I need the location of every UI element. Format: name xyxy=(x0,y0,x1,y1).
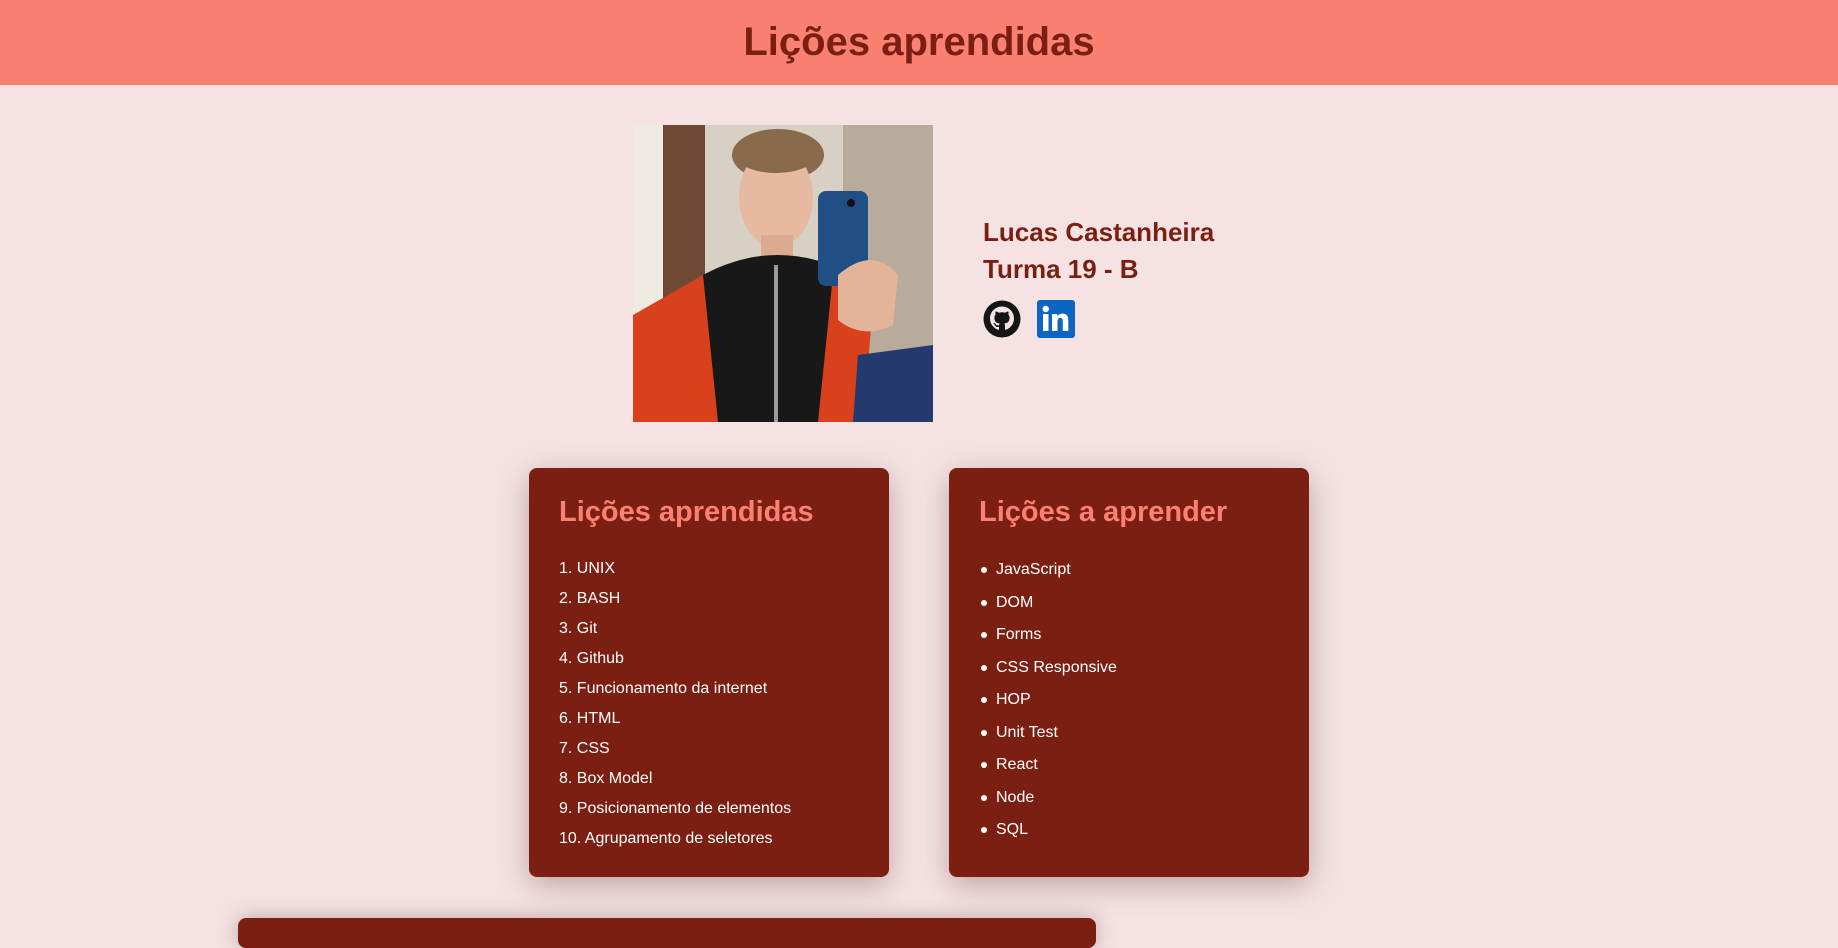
list-item: 6. HTML xyxy=(559,710,621,727)
learned-card: Lições aprendidas 1. UNIX 2. BASH 3. Git… xyxy=(529,468,889,877)
to-learn-card: Lições a aprender JavaScript DOM Forms C… xyxy=(949,468,1309,877)
page-title: Lições aprendidas xyxy=(743,20,1095,64)
social-links xyxy=(983,300,1214,338)
list-item-label: DOM xyxy=(996,593,1034,611)
bullet-icon xyxy=(981,729,987,736)
list-item: Forms xyxy=(979,619,1279,652)
list-item-label: Forms xyxy=(996,626,1042,643)
github-icon xyxy=(983,300,1021,338)
list-item-label: CSS Responsive xyxy=(996,658,1117,676)
list-item-label: Unit Test xyxy=(996,723,1058,741)
list-item: 8. Box Model xyxy=(559,770,653,787)
list-item: 10. Agrupamento de seletores xyxy=(559,830,773,847)
github-link[interactable] xyxy=(983,300,1021,338)
list-item: DOM xyxy=(979,587,1279,620)
linkedin-icon xyxy=(1037,300,1075,338)
to-learn-card-title: Lições a aprender xyxy=(979,496,1228,528)
learned-list: 1. UNIX 2. BASH 3. Git 4. Github 5. Func… xyxy=(559,554,859,854)
bullet-icon xyxy=(981,632,987,639)
bullet-icon xyxy=(981,827,987,834)
list-item: 4. Github xyxy=(559,650,624,667)
linkedin-link[interactable] xyxy=(1037,300,1075,338)
list-item: 1. UNIX xyxy=(559,560,616,577)
profile-photo xyxy=(633,125,933,422)
profile-class: Turma 19 - B xyxy=(983,254,1139,284)
list-item: React xyxy=(979,749,1279,782)
list-item: 7. CSS xyxy=(559,740,610,757)
list-item: 3. Git xyxy=(559,620,598,637)
list-item: Unit Test xyxy=(979,717,1279,750)
list-item: 2. BASH xyxy=(559,590,621,607)
list-item-label: JavaScript xyxy=(996,561,1071,578)
list-item-label: HOP xyxy=(996,691,1031,708)
list-item-label: SQL xyxy=(996,821,1029,838)
list-item: 9. Posicionamento de elementos xyxy=(559,800,792,817)
list-item: JavaScript xyxy=(979,554,1279,587)
bullet-icon xyxy=(981,794,987,801)
profile-name: Lucas Castanheira xyxy=(983,217,1215,247)
list-item: HOP xyxy=(979,684,1279,717)
bullet-icon xyxy=(981,762,987,769)
profile-info: Lucas Castanheira Turma 19 - B xyxy=(983,214,1214,338)
list-item: CSS Responsive xyxy=(979,652,1279,685)
profile-photo-illustration xyxy=(633,125,933,422)
list-item-label: Node xyxy=(996,788,1035,806)
to-learn-list: JavaScript DOM Forms CSS Responsive HOP … xyxy=(979,554,1279,847)
bullet-icon xyxy=(981,599,987,606)
bullet-icon xyxy=(981,697,987,704)
bullet-icon xyxy=(981,664,987,671)
bullet-icon xyxy=(981,567,987,574)
list-item-label: React xyxy=(996,756,1038,773)
list-item: Node xyxy=(979,782,1279,815)
page-header: Lições aprendidas xyxy=(0,0,1838,85)
learned-card-title: Lições aprendidas xyxy=(559,496,814,528)
list-item: 5. Funcionamento da internet xyxy=(559,680,768,697)
list-item: SQL xyxy=(979,814,1279,847)
